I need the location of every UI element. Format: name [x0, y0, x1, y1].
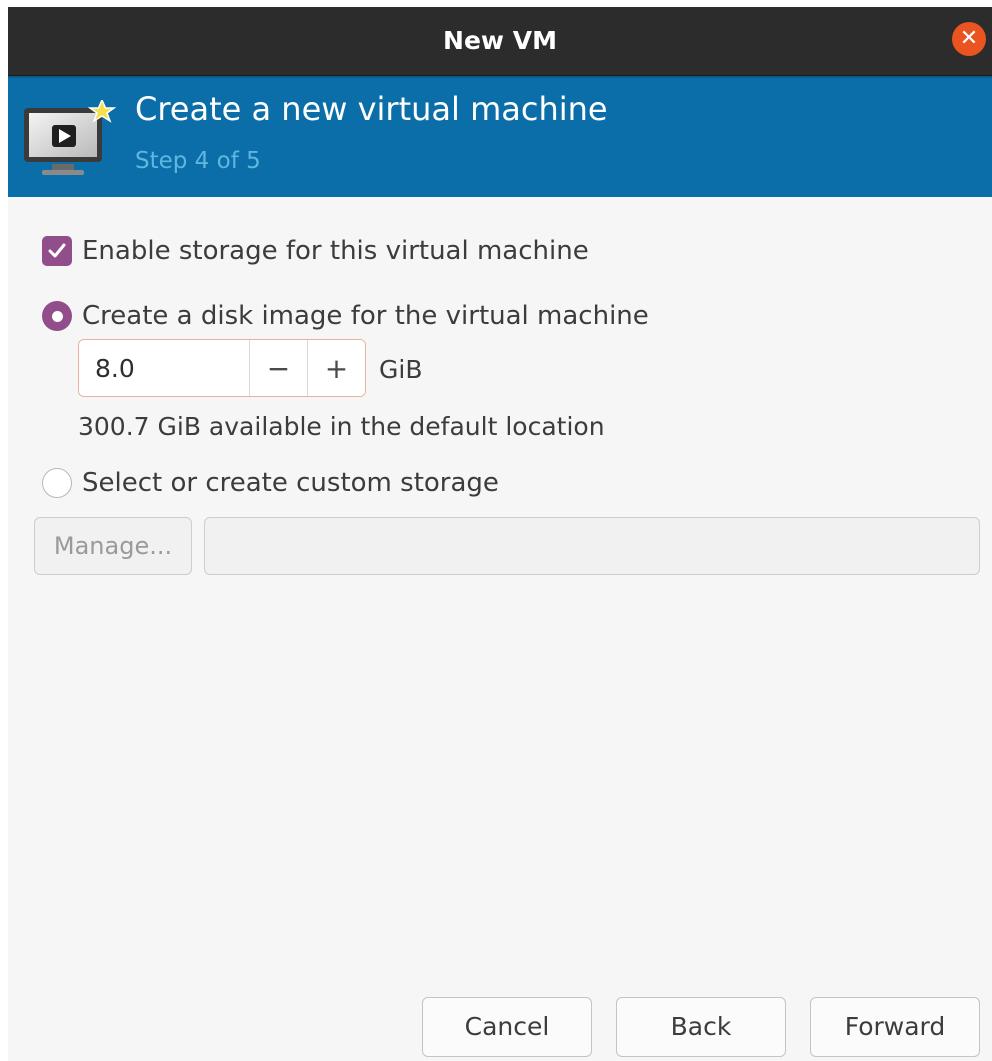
manage-button[interactable]: Manage... [34, 517, 192, 575]
enable-storage-checkbox[interactable]: Enable storage for this virtual machine [42, 235, 589, 267]
checkmark-icon[interactable] [42, 236, 72, 266]
step-indicator: Step 4 of 5 [135, 148, 261, 174]
decrement-button[interactable]: − [249, 340, 307, 396]
available-space-text: 300.7 GiB available in the default locat… [78, 412, 605, 441]
wizard-banner: Create a new virtual machine Step 4 of 5 [8, 76, 992, 197]
disk-size-spinbutton[interactable]: − + [78, 339, 366, 397]
disk-size-input[interactable] [79, 340, 249, 396]
radio-selected-icon[interactable] [42, 301, 72, 331]
close-icon: ✕ [959, 26, 979, 51]
storage-page: Enable storage for this virtual machine … [8, 197, 992, 1061]
increment-button[interactable]: + [307, 340, 365, 396]
banner-title: Create a new virtual machine [135, 90, 608, 128]
back-button[interactable]: Back [616, 997, 786, 1057]
create-disk-label: Create a disk image for the virtual mach… [82, 301, 649, 331]
forward-button[interactable]: Forward [810, 997, 980, 1057]
custom-storage-label: Select or create custom storage [82, 468, 499, 498]
new-vm-dialog: New VM ✕ Create a new virtual machine St… [8, 7, 992, 1061]
close-button[interactable]: ✕ [952, 22, 986, 56]
enable-storage-label: Enable storage for this virtual machine [82, 236, 589, 266]
size-unit-label: GiB [379, 355, 423, 384]
window-title: New VM [443, 26, 557, 55]
titlebar: New VM ✕ [8, 7, 992, 76]
create-disk-radio[interactable]: Create a disk image for the virtual mach… [42, 300, 649, 332]
radio-unselected-icon[interactable] [42, 468, 72, 498]
custom-storage-path-input[interactable] [204, 517, 980, 575]
custom-storage-radio[interactable]: Select or create custom storage [42, 467, 499, 499]
monitor-play-icon [24, 100, 116, 175]
cancel-button[interactable]: Cancel [422, 997, 592, 1057]
